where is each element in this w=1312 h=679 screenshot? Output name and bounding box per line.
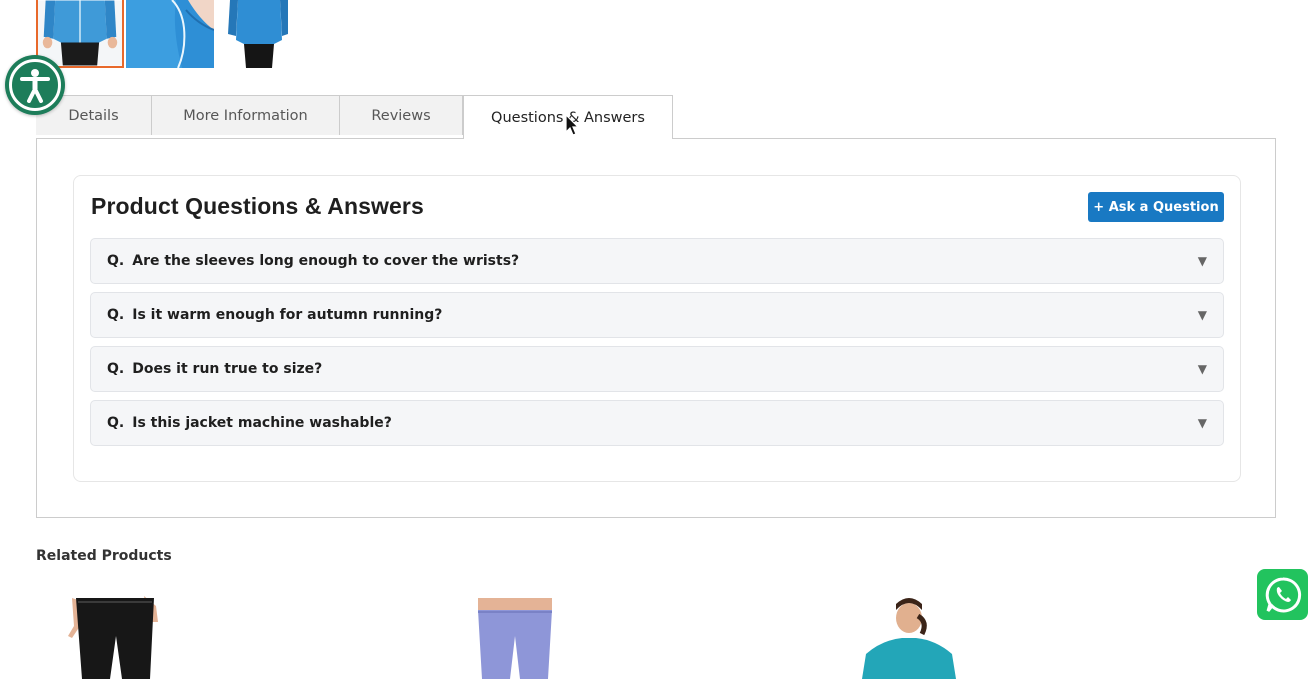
lavender-leggings-image: [460, 596, 570, 679]
ask-question-button[interactable]: + Ask a Question: [1088, 192, 1224, 222]
whatsapp-icon: [1265, 576, 1301, 612]
question-text: Does it run true to size?: [132, 361, 323, 377]
question-text: Are the sleeves long enough to cover the…: [132, 253, 520, 269]
chevron-down-icon: ▼: [1197, 416, 1207, 430]
qa-card: Product Questions & Answers + Ask a Ques…: [73, 175, 1241, 482]
whatsapp-button[interactable]: [1257, 569, 1308, 620]
question-text: Is it warm enough for autumn running?: [132, 307, 443, 323]
question-text: Is this jacket machine washable?: [132, 415, 392, 431]
related-product-lavender-leggings[interactable]: [460, 596, 570, 679]
jacket-front-image: [38, 0, 122, 66]
related-product-teal-top[interactable]: [852, 596, 962, 679]
tab-more-information[interactable]: More Information: [152, 95, 340, 135]
accessibility-icon: [9, 59, 61, 111]
chevron-down-icon: ▼: [1197, 254, 1207, 268]
thumbnail-jacket-detail[interactable]: [126, 0, 214, 68]
jacket-back-image: [216, 0, 304, 68]
jacket-detail-image: [126, 0, 214, 68]
question-item[interactable]: Q. Is this jacket machine washable? ▼: [90, 400, 1224, 446]
question-prefix: Q.: [107, 415, 125, 431]
accessibility-button[interactable]: [5, 55, 65, 115]
black-leggings-image: [60, 596, 170, 679]
chevron-down-icon: ▼: [1197, 362, 1207, 376]
product-thumbnails: [36, 0, 304, 68]
question-list: Q. Are the sleeves long enough to cover …: [90, 238, 1224, 454]
related-products-title: Related Products: [36, 548, 172, 564]
teal-top-image: [852, 596, 962, 679]
product-tabs: Details More Information Reviews Questio…: [36, 95, 673, 139]
question-prefix: Q.: [107, 253, 125, 269]
question-prefix: Q.: [107, 307, 125, 323]
tab-questions-answers[interactable]: Questions & Answers: [463, 95, 673, 139]
related-product-black-leggings[interactable]: [60, 596, 170, 679]
question-item[interactable]: Q. Is it warm enough for autumn running?…: [90, 292, 1224, 338]
thumbnail-jacket-back[interactable]: [216, 0, 304, 68]
tab-reviews[interactable]: Reviews: [340, 95, 463, 135]
qa-title: Product Questions & Answers: [91, 193, 424, 219]
question-item[interactable]: Q. Does it run true to size? ▼: [90, 346, 1224, 392]
chevron-down-icon: ▼: [1197, 308, 1207, 322]
question-item[interactable]: Q. Are the sleeves long enough to cover …: [90, 238, 1224, 284]
tab-panel: Product Questions & Answers + Ask a Ques…: [36, 138, 1276, 518]
question-prefix: Q.: [107, 361, 125, 377]
